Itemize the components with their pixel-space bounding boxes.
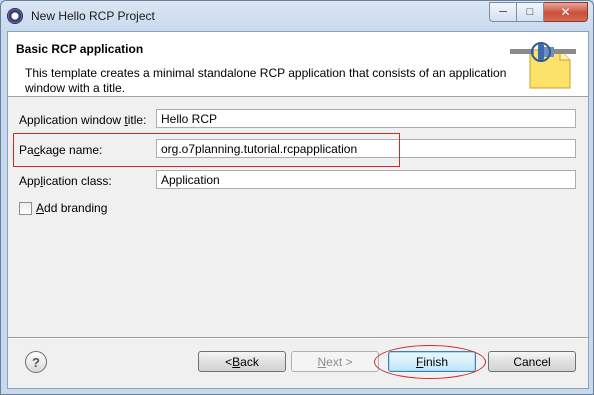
back-button[interactable]: < Back [198,351,286,372]
cancel-button[interactable]: Cancel [488,351,576,372]
maximize-button[interactable]: □ [517,2,544,22]
window-title-label: Application window title: [19,113,147,127]
application-class-row: Application class: [8,170,588,192]
add-branding-label[interactable]: Add branding [36,201,107,215]
window-title-input[interactable] [156,109,576,128]
finish-highlight-ellipse [374,345,486,379]
title-bar[interactable]: New Hello RCP Project ─ □ ✕ [1,1,593,31]
window-title: New Hello RCP Project [31,9,155,23]
plugin-wizard-icon [510,42,576,89]
add-branding-checkbox[interactable] [19,202,32,215]
window-controls: ─ □ ✕ [489,2,588,22]
minimize-button[interactable]: ─ [489,2,517,22]
window-title-row: Application window title: [8,109,588,131]
footer-separator [8,337,588,339]
next-button[interactable]: Next > [291,351,379,372]
eclipse-app-icon [7,8,23,24]
close-button[interactable]: ✕ [544,2,588,22]
page-description: This template creates a minimal standalo… [25,66,507,95]
wizard-header: Basic RCP application This template crea… [8,32,588,97]
wizard-body: Basic RCP application This template crea… [7,31,589,389]
wizard-window: New Hello RCP Project ─ □ ✕ Basic RCP ap… [0,0,594,395]
package-highlight-box [13,133,400,167]
application-class-input[interactable] [156,170,576,189]
page-title: Basic RCP application [16,42,144,56]
application-class-label: Application class: [19,174,112,188]
help-icon[interactable]: ? [25,351,47,373]
